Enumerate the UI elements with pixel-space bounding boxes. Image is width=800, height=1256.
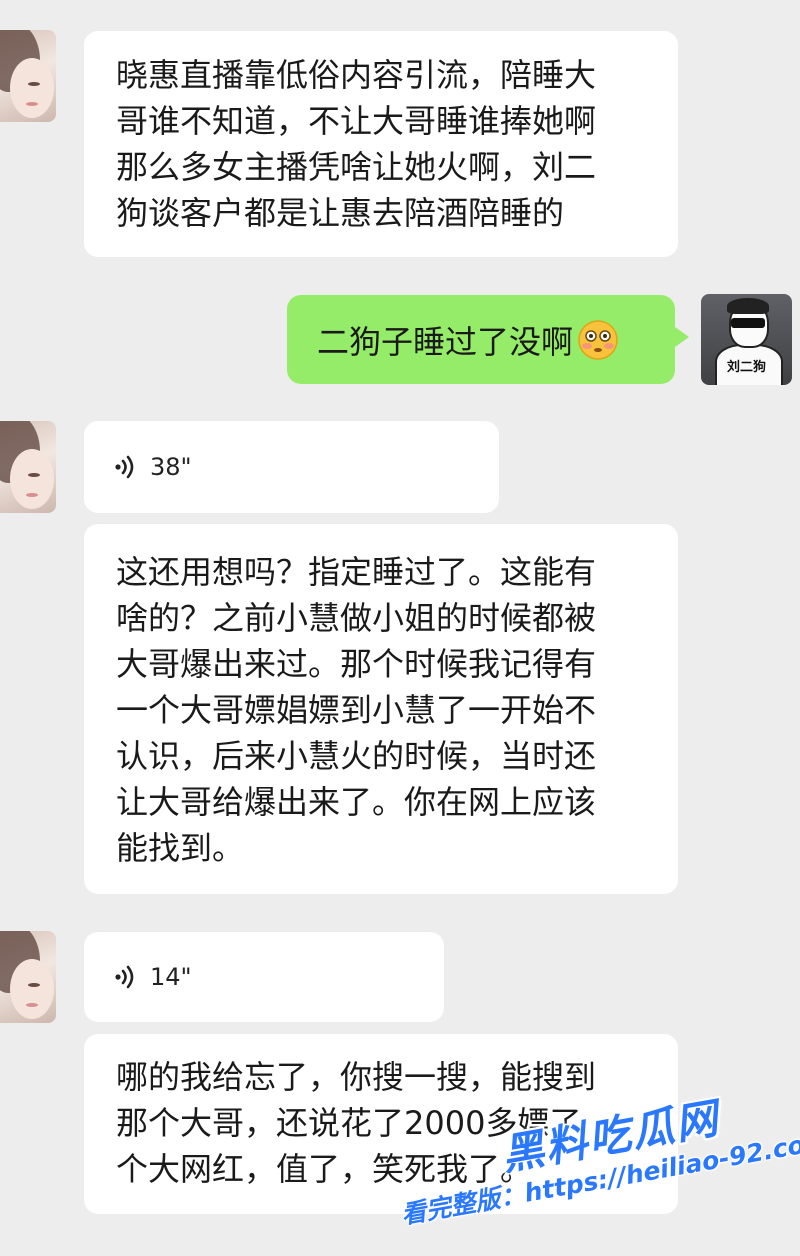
message-bubble-sent[interactable]: 二狗子睡过了没啊 [287,295,689,384]
message-text-line: 大哥爆出来过。那个时候我记得有 [116,645,597,683]
message-text-line: 一个大哥嫖娼嫖到小慧了一开始不 [116,691,597,729]
message-bubble-received[interactable]: 晓惠直播靠低俗内容引流，陪睡大 哥谁不知道，不让大哥睡谁捧她啊 那么多女主播凭啥… [84,31,678,257]
message-text-line: 那么多女主播凭啥让她火啊，刘二 [116,148,597,186]
avatar-eye [28,82,40,86]
voice-duration: 38" [150,453,192,481]
contact-avatar[interactable] [0,421,56,513]
voice-wave-icon [115,455,134,479]
avatar-face [10,959,54,1019]
message-text-line: 晓惠直播靠低俗内容引流，陪睡大 [116,56,597,94]
message-bubble-received[interactable]: 这还用想吗？指定睡过了。这能有 啥的？之前小慧做小姐的时候都被 大哥爆出来过。那… [84,524,678,894]
my-avatar[interactable]: 刘二狗 [701,294,792,385]
avatar-face [10,449,54,509]
message-text-line: 啥的？之前小慧做小姐的时候都被 [116,599,597,637]
message-text-line: 哥谁不知道，不让大哥睡谁捧她啊 [116,102,597,140]
flushed-emoji-icon [577,319,619,361]
message-text-line: 让大哥给爆出来了。你在网上应该 [116,783,597,821]
avatar-lip [26,493,38,497]
voice-duration: 14" [150,963,192,991]
avatar-lip [26,1003,38,1007]
message-text-line: 能找到。 [116,829,245,867]
message-text: 二狗子睡过了没啊 [317,322,574,361]
voice-message-bubble[interactable]: 38" [84,421,499,513]
sunglasses-icon [731,318,765,328]
voice-message-bubble[interactable]: 14" [84,932,444,1022]
contact-avatar[interactable] [0,931,56,1023]
avatar-eye [28,983,40,987]
message-text-line: 这还用想吗？指定睡过了。这能有 [116,553,597,591]
avatar-hair [727,298,769,314]
avatar-lip [26,102,38,106]
message-text-line: 哪的我给忘了，你搜一搜，能搜到 [116,1058,597,1096]
avatar-face [10,58,54,118]
message-text-line: 狗谈客户都是让惠去陪酒陪睡的 [116,194,565,232]
voice-wave-icon [115,965,134,989]
contact-avatar[interactable] [0,30,56,122]
avatar-eye [28,473,40,477]
message-text-line: 认识，后来小慧火的时候，当时还 [116,737,597,775]
avatar-name-label: 刘二狗 [726,360,766,375]
